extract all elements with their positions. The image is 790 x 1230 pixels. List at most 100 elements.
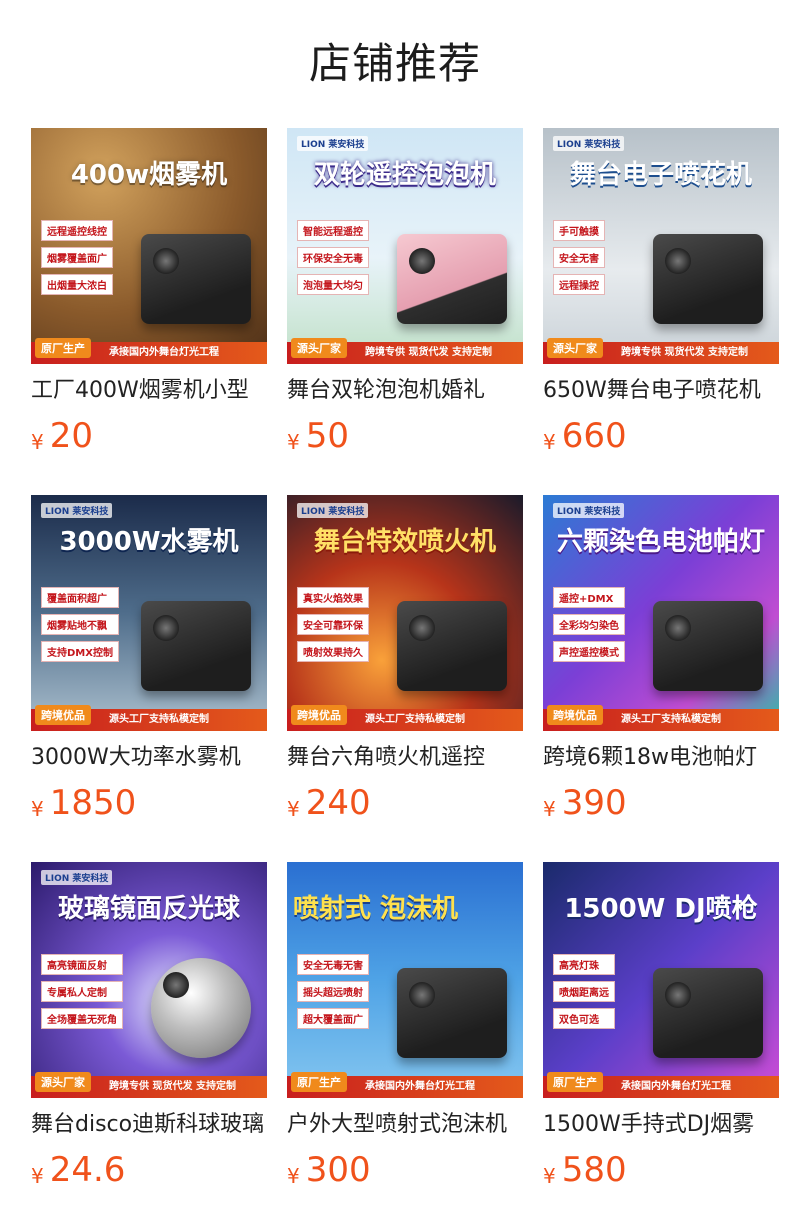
product-price: ¥24.6	[31, 1148, 125, 1192]
price-amount: 660	[561, 416, 627, 456]
product-image-headline: 舞台电子喷花机	[569, 160, 752, 190]
product-image-badge: 跨境优品	[547, 705, 603, 725]
product-image-tags: 真实火焰效果 安全可靠环保 喷射效果持久	[297, 587, 369, 662]
product-image[interactable]: 喷射式 泡沫机 安全无毒无害 摇头超远喷射 超大覆盖面广 承接国内外舞台灯光工程 原厂生产	[287, 862, 523, 1098]
product-price: ¥50	[287, 414, 349, 458]
currency-symbol: ¥	[31, 430, 44, 454]
product-image-tags: 覆盖面积超广 烟雾贴地不飘 支持DMX控制	[41, 587, 119, 662]
product-image-badge: 原厂生产	[291, 1072, 347, 1092]
product-image-tag: 遥控+DMX	[553, 587, 625, 608]
shop-recommendations-page: 店铺推荐 400w烟雾机 远程遥控线控 烟雾覆盖面广 出烟量大浓白 承接国内外舞台灯光工…	[0, 0, 790, 1230]
product-card[interactable]: LION 莱安科技 双轮遥控泡泡机 智能远程遥控 环保安全无毒 泡泡量大均匀 跨境专供 现…	[287, 128, 523, 468]
product-image-tags: 手可触摸安全无害远程操控	[553, 220, 605, 295]
product-image-tag: 出烟量大浓白	[41, 274, 113, 295]
product-card[interactable]: 1500W DJ喷枪 高亮灯珠 喷烟距离远 双色可选 承接国内外舞台灯光工程 原厂生产 15…	[543, 862, 779, 1202]
product-card[interactable]: 400w烟雾机 远程遥控线控 烟雾覆盖面广 出烟量大浓白 承接国内外舞台灯光工程 原厂生产…	[31, 128, 267, 468]
product-card[interactable]: LION 莱安科技 舞台电子喷花机 手可触摸 安全无害 远程操控 跨境专供 现货代发 支持…	[543, 128, 779, 468]
product-image-tag: 高亮灯珠	[553, 954, 615, 975]
product-image-brand-logo: LION 莱安科技	[297, 503, 369, 518]
product-image-headline: 3000W水雾机	[59, 527, 239, 557]
product-image[interactable]: LION 莱安科技 舞台电子喷花机 手可触摸 安全无害 远程操控 跨境专供 现货代发 支持…	[543, 128, 779, 364]
product-image[interactable]: LION 莱安科技 六颗染色电池帕灯 遥控+DMX 全彩均匀染色 声控遥控模式 源头工厂支…	[543, 495, 779, 731]
product-image[interactable]: 400w烟雾机 远程遥控线控 烟雾覆盖面广 出烟量大浓白 承接国内外舞台灯光工程 原厂生产	[31, 128, 267, 364]
product-image[interactable]: LION 莱安科技 双轮遥控泡泡机 智能远程遥控 环保安全无毒 泡泡量大均匀 跨境专供 现…	[287, 128, 523, 364]
product-image-brand-logo: LION 莱安科技	[41, 503, 113, 518]
product-image-tag: 支持DMX控制	[41, 641, 119, 662]
product-image-tag: 安全无毒无害	[297, 954, 369, 975]
product-image-tags: 远程遥控线控 烟雾覆盖面广 出烟量大浓白	[41, 220, 113, 295]
product-price: ¥300	[287, 1148, 371, 1192]
product-image-tag: 泡泡量大均匀	[297, 274, 369, 295]
product-image-badge: 原厂生产	[35, 338, 91, 358]
product-name[interactable]: 1500W手持式DJ烟雾	[543, 1110, 779, 1140]
product-price: ¥580	[543, 1148, 627, 1192]
product-image-tag: 智能远程遥控	[297, 220, 369, 241]
product-device-illustration	[397, 601, 507, 691]
product-image-headline: 400w烟雾机	[70, 160, 228, 190]
product-card[interactable]: LION 莱安科技 六颗染色电池帕灯 遥控+DMX 全彩均匀染色 声控遥控模式 源头工厂支…	[543, 495, 779, 835]
product-device-illustration	[151, 958, 251, 1058]
product-device-illustration	[653, 968, 763, 1058]
product-image-tag: 远程操控	[553, 274, 605, 295]
product-card[interactable]: 喷射式 泡沫机 安全无毒无害 摇头超远喷射 超大覆盖面广 承接国内外舞台灯光工程 原厂生产…	[287, 862, 523, 1202]
product-image-brand-logo: LION 莱安科技	[553, 503, 625, 518]
product-image-brand-logo: LION 莱安科技	[297, 136, 369, 151]
product-card[interactable]: LION 莱安科技 3000W水雾机 覆盖面积超广 烟雾贴地不飘 支持DMX控制 源头工厂…	[31, 495, 267, 835]
product-name[interactable]: 3000W大功率水雾机	[31, 743, 267, 773]
price-amount: 20	[49, 416, 93, 456]
product-image-tags: 高亮灯珠 喷烟距离远 双色可选	[553, 954, 615, 1029]
product-image-tag: 全场覆盖无死角	[41, 1008, 123, 1029]
product-image-tag: 烟雾贴地不飘	[41, 614, 119, 635]
price-amount: 240	[305, 783, 371, 823]
product-name[interactable]: 工厂400W烟雾机小型	[31, 376, 267, 406]
product-image-headline: 玻璃镜面反光球	[57, 894, 240, 924]
price-amount: 390	[561, 783, 627, 823]
product-image-badge: 源头厂家	[291, 338, 347, 358]
product-image-headline: 双轮遥控泡泡机	[313, 160, 496, 190]
product-image-tag: 环保安全无毒	[297, 247, 369, 268]
product-image[interactable]: LION 莱安科技 3000W水雾机 覆盖面积超广 烟雾贴地不飘 支持DMX控制 源头工厂…	[31, 495, 267, 731]
product-name[interactable]: 跨境6颗18w电池帕灯	[543, 743, 779, 773]
product-card[interactable]: LION 莱安科技 玻璃镜面反光球 高亮镜面反射 专属私人定制 全场覆盖无死角 跨境专供 …	[31, 862, 267, 1202]
product-image-tag: 安全无害	[553, 247, 605, 268]
price-amount: 50	[305, 416, 349, 456]
product-price: ¥240	[287, 781, 371, 825]
product-price: ¥1850	[31, 781, 136, 825]
product-image-tag: 摇头超远喷射	[297, 981, 369, 1002]
product-image-tag: 喷射效果持久	[297, 641, 369, 662]
product-image-brand-logo: LION 莱安科技	[41, 870, 113, 885]
price-amount: 580	[561, 1150, 627, 1190]
product-name[interactable]: 舞台六角喷火机遥控	[287, 743, 523, 773]
page-title: 店铺推荐	[308, 39, 481, 88]
product-image-tag: 手可触摸	[553, 220, 605, 241]
price-amount: 24.6	[49, 1150, 126, 1190]
product-image-tag: 喷烟距离远	[553, 981, 615, 1002]
product-image-tag: 专属私人定制	[41, 981, 123, 1002]
product-image[interactable]: 1500W DJ喷枪 高亮灯珠 喷烟距离远 双色可选 承接国内外舞台灯光工程 原厂生产	[543, 862, 779, 1098]
product-image-brand-logo: LION 莱安科技	[553, 136, 625, 151]
product-image-headline: 1500W DJ喷枪	[564, 894, 758, 924]
product-name[interactable]: 舞台disco迪斯科球玻璃	[31, 1110, 267, 1140]
product-name[interactable]: 舞台双轮泡泡机婚礼	[287, 376, 523, 406]
currency-symbol: ¥	[31, 1164, 44, 1188]
product-image-tags: 高亮镜面反射 专属私人定制 全场覆盖无死角	[41, 954, 123, 1029]
currency-symbol: ¥	[287, 797, 300, 821]
product-image-tag: 高亮镜面反射	[41, 954, 123, 975]
product-image-tag: 声控遥控模式	[553, 641, 625, 662]
product-image-headline: 六颗染色电池帕灯	[556, 527, 765, 557]
product-name[interactable]: 户外大型喷射式泡沫机	[287, 1110, 523, 1140]
product-image[interactable]: LION 莱安科技 玻璃镜面反光球 高亮镜面反射 专属私人定制 全场覆盖无死角 跨境专供 …	[31, 862, 267, 1098]
currency-symbol: ¥	[543, 797, 556, 821]
product-image-tags: 遥控+DMX 全彩均匀染色 声控遥控模式	[553, 587, 625, 662]
product-image-tag: 超大覆盖面广	[297, 1008, 369, 1029]
product-image-badge: 跨境优品	[35, 705, 91, 725]
product-image[interactable]: LION 莱安科技 舞台特效喷火机 真实火焰效果 安全可靠环保 喷射效果持久 源头工厂支持…	[287, 495, 523, 731]
product-image-tag: 全彩均匀染色	[553, 614, 625, 635]
currency-symbol: ¥	[287, 430, 300, 454]
product-device-illustration	[653, 601, 763, 691]
product-name[interactable]: 650W舞台电子喷花机	[543, 376, 779, 406]
product-image-tag: 安全可靠环保	[297, 614, 369, 635]
price-amount: 1850	[49, 783, 137, 823]
currency-symbol: ¥	[287, 1164, 300, 1188]
product-card[interactable]: LION 莱安科技 舞台特效喷火机 真实火焰效果 安全可靠环保 喷射效果持久 源头工厂支持…	[287, 495, 523, 835]
